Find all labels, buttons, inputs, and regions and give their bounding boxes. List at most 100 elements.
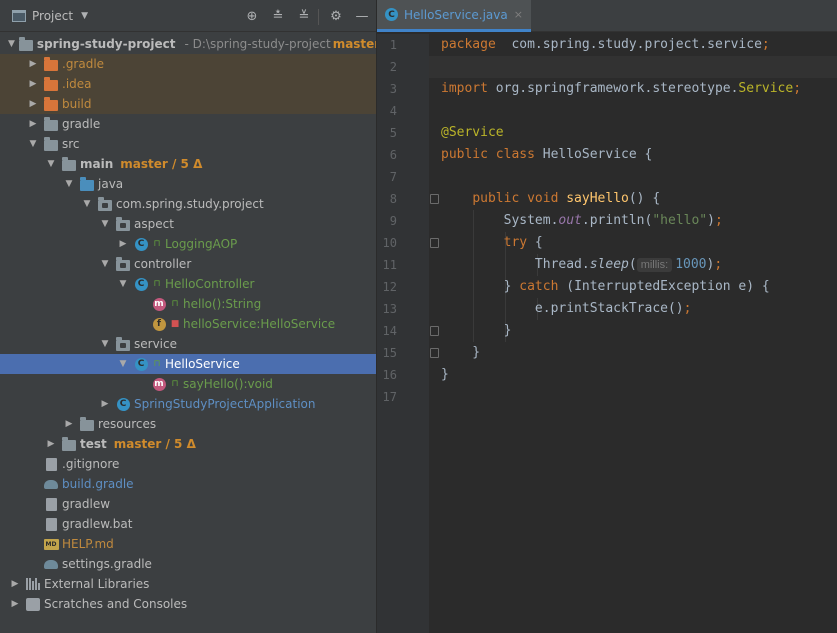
tree-item[interactable]: ▼ java [0,174,376,194]
tree-item[interactable]: ▶settings.gradle [0,554,376,574]
chevron-down-icon: ▼ [81,10,88,21]
project-view-selector[interactable]: Project ▼ [12,9,88,23]
chevron-right-icon[interactable]: ▶ [98,394,112,414]
expand-all-icon[interactable]: ≛ [270,9,286,25]
line-number: 17 [382,390,397,404]
chevron-down-icon[interactable]: ▼ [116,274,130,294]
tree-item[interactable]: ▼ C ⊓ HelloController [0,274,376,294]
tree-item[interactable]: ▼ C ⊓ HelloService [0,354,376,374]
method-icon: m [152,377,166,391]
tree-item[interactable]: ▶ test master / 5 Δ [0,434,376,454]
project-panel-title: Project [32,8,74,23]
tab-helloservice-java[interactable]: C HelloService.java × [377,0,531,32]
code-line[interactable]: } [441,320,512,342]
tree-item[interactable]: ▶ C ⊓ LoggingAOP [0,234,376,254]
chevron-right-icon[interactable]: ▶ [8,594,22,614]
tree-item-label: gradlew [62,497,111,511]
chevron-right-icon[interactable]: ▶ [116,234,130,254]
tree-item[interactable]: ▼ controller [0,254,376,274]
code-line[interactable]: package com.spring.study.project.service… [441,34,770,56]
chevron-down-icon[interactable]: ▼ [62,174,76,194]
current-line-highlight [429,56,837,78]
code-token: 1000 [675,257,707,272]
code-line[interactable]: public class HelloService { [441,144,652,166]
code-line[interactable]: System.out.println("hello"); [441,210,723,232]
chevron-down-icon[interactable]: ▼ [98,334,112,354]
code-line[interactable]: public void sayHello() { [441,188,660,210]
code-line[interactable]: } catch (InterruptedException e) { [441,276,770,298]
tree-item-label: sayHello():void [183,377,273,391]
fold-marker-icon[interactable] [430,194,439,204]
package-icon [115,336,131,352]
tree-item[interactable]: ▶.gitignore [0,454,376,474]
unlocked-icon: ⊓ [171,379,179,389]
chevron-down-icon[interactable]: ▼ [98,214,112,234]
tree-item[interactable]: ▶gradlew.bat [0,514,376,534]
chevron-down-icon[interactable]: ▼ [116,354,130,374]
tree-item[interactable]: ▼ spring-study-project - D:\spring-study-p… [0,34,376,54]
tree-item[interactable]: ▶ Scratches and Consoles [0,594,376,614]
tree-item[interactable]: ▶ .gradle [0,54,376,74]
tree-item-label: HELP.md [62,537,114,551]
locate-icon[interactable]: ⊕ [244,9,260,25]
tree-item[interactable]: ▶build.gradle [0,474,376,494]
code-line[interactable]: } [441,364,449,386]
folder-icon [43,116,59,132]
tree-item[interactable]: ▶MDHELP.md [0,534,376,554]
gear-icon[interactable]: ⚙ [328,9,344,25]
chevron-right-icon[interactable]: ▶ [26,94,40,114]
chevron-down-icon[interactable]: ▼ [44,154,58,174]
tree-item[interactable]: ▶m⊓sayHello():void [0,374,376,394]
tree-item[interactable]: ▶ build [0,94,376,114]
tree-item-label: Scratches and Consoles [44,597,188,611]
chevron-down-icon[interactable]: ▼ [98,254,112,274]
tree-item[interactable]: ▶ External Libraries [0,574,376,594]
tree-item[interactable]: ▶gradlew [0,494,376,514]
tree-item[interactable]: ▼ service [0,334,376,354]
fold-marker-icon[interactable] [430,326,439,336]
chevron-right-icon[interactable]: ▶ [26,54,40,74]
code-token: } [441,323,512,338]
tree-item[interactable]: ▶ .idea [0,74,376,94]
collapse-all-icon[interactable]: ≚ [296,9,312,25]
chevron-right-icon[interactable]: ▶ [8,574,22,594]
class-icon: C [385,8,398,21]
chevron-right-icon[interactable]: ▶ [26,114,40,134]
tree-item[interactable]: ▼ main master / 5 Δ [0,154,376,174]
tree-item[interactable]: ▶m⊓hello():String [0,294,376,314]
vcs-branch-label: master / 5 [332,37,376,51]
folder-icon [43,76,59,92]
close-icon[interactable]: × [514,8,523,21]
code-line[interactable]: Thread.sleep(millis: 1000); [441,254,722,276]
code-line[interactable]: import org.springframework.stereotype.Se… [441,78,801,100]
chevron-down-icon[interactable]: ▼ [26,134,40,154]
fold-marker-icon[interactable] [430,348,439,358]
class-icon: C [133,236,149,252]
tree-item-label: test [80,437,107,451]
header-divider [318,9,319,25]
project-header: Project ▼ ⊕ ≛ ≚ ⚙ — [0,0,376,32]
code-line[interactable]: e.printStackTrace(); [441,298,692,320]
tree-item[interactable]: ▶ resources [0,414,376,434]
tree-item[interactable]: ▶ C SpringStudyProjectApplication [0,394,376,414]
tree-item[interactable]: ▶f■helloService:HelloService [0,314,376,334]
fold-marker-icon[interactable] [430,238,439,248]
tree-item-label: SpringStudyProjectApplication [134,397,316,411]
tree-item[interactable]: ▼ aspect [0,214,376,234]
code-token: ; [714,257,723,272]
unlocked-icon: ⊓ [153,359,161,369]
tree-item[interactable]: ▶ gradle [0,114,376,134]
chevron-right-icon[interactable]: ▶ [44,434,58,454]
chevron-down-icon[interactable]: ▼ [8,34,15,54]
chevron-down-icon[interactable]: ▼ [80,194,94,214]
code-line[interactable]: @Service [441,122,504,144]
code-token: } [441,345,481,360]
code-line[interactable]: } [441,342,480,364]
tree-item[interactable]: ▼ com.spring.study.project [0,194,376,214]
code-line[interactable]: try { [441,232,543,254]
tree-item[interactable]: ▼ src [0,134,376,154]
source-root-icon [61,156,77,172]
chevron-right-icon[interactable]: ▶ [62,414,76,434]
minimize-icon[interactable]: — [354,9,370,25]
chevron-right-icon[interactable]: ▶ [26,74,40,94]
